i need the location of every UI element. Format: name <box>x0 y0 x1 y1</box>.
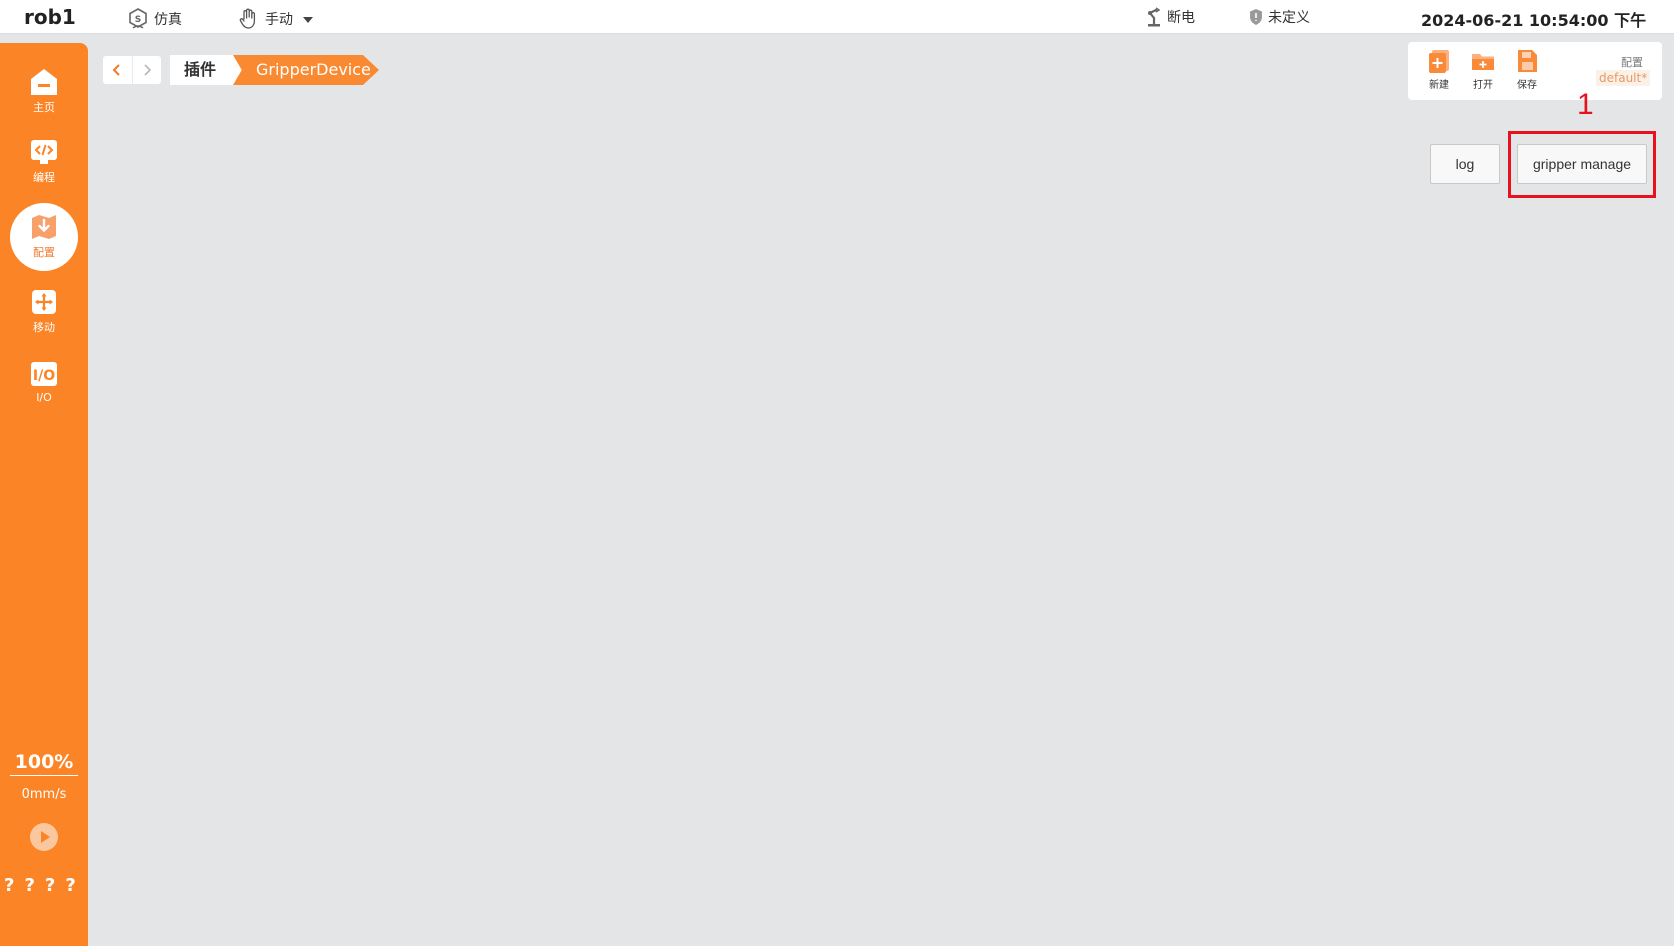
power-status[interactable]: 断电 <box>1145 7 1195 27</box>
top-bar: rob1 S 仿真 手动 断电 未定义 2024-06-21 10:54:00 … <box>0 0 1674 34</box>
chevron-right-icon <box>144 64 151 76</box>
safety-status[interactable]: 未定义 <box>1248 7 1310 27</box>
code-icon <box>31 140 57 164</box>
home-icon <box>31 69 57 95</box>
save-icon <box>1518 50 1537 72</box>
sidebar-item-label: I/O <box>36 391 52 404</box>
sidebar: 主页 编程 配置 移动 I/O I/O 100% 0mm/s ???? <box>0 43 88 946</box>
sidebar-item-label: 编程 <box>33 171 55 184</box>
config-icon <box>32 215 56 239</box>
highlight-box <box>1508 131 1656 198</box>
save-button[interactable]: 保存 <box>1507 48 1547 91</box>
status-marks: ???? <box>4 875 86 896</box>
simulation-mode[interactable]: S 仿真 <box>126 7 182 31</box>
power-label: 断电 <box>1167 10 1195 26</box>
speed-percent[interactable]: 100% <box>0 751 88 773</box>
history-nav <box>103 56 161 84</box>
sidebar-item-home[interactable]: 主页 <box>0 61 88 129</box>
svg-text:S: S <box>135 15 141 25</box>
sidebar-item-label: 主页 <box>33 101 55 114</box>
new-file-icon <box>1429 50 1449 73</box>
speed-divider <box>10 775 78 776</box>
sidebar-item-label: 配置 <box>33 246 55 259</box>
robot-arm-icon <box>1148 7 1161 27</box>
sidebar-item-programming[interactable]: 编程 <box>0 131 88 199</box>
open-label: 打开 <box>1473 80 1493 91</box>
config-value[interactable]: default* <box>1596 70 1651 86</box>
play-icon[interactable] <box>29 822 59 852</box>
manual-mode-dropdown[interactable]: 手动 <box>237 7 319 31</box>
config-label: 配置 <box>1621 56 1643 69</box>
sidebar-item-label: 移动 <box>33 321 55 334</box>
log-button[interactable]: log <box>1430 144 1500 184</box>
breadcrumb-gripper-device[interactable]: GripperDevice <box>233 55 379 85</box>
forward-button[interactable] <box>131 56 162 84</box>
hand-icon <box>239 8 256 29</box>
save-label: 保存 <box>1517 80 1537 91</box>
folder-open-icon <box>1472 54 1494 70</box>
sidebar-item-config[interactable]: 配置 <box>0 203 88 271</box>
caret-down-icon <box>303 17 313 23</box>
open-button[interactable]: 打开 <box>1463 48 1503 91</box>
new-button[interactable]: 新建 <box>1419 48 1459 91</box>
manual-label: 手动 <box>265 12 293 28</box>
breadcrumb-label: GripperDevice <box>256 60 371 79</box>
new-label: 新建 <box>1429 80 1449 91</box>
svg-text:I/O: I/O <box>33 368 55 384</box>
annotation-number: 1 <box>1577 88 1594 121</box>
shield-icon <box>1250 9 1262 25</box>
sidebar-item-io[interactable]: I/O I/O <box>0 353 88 421</box>
simulation-icon: S <box>129 8 147 29</box>
chevron-left-icon <box>112 64 120 76</box>
back-button[interactable] <box>103 56 132 84</box>
sidebar-item-move[interactable]: 移动 <box>0 281 88 349</box>
io-icon: I/O <box>31 362 57 386</box>
datetime: 2024-06-21 10:54:00 下午 <box>1421 11 1647 30</box>
robot-name: rob1 <box>24 5 76 29</box>
safety-label: 未定义 <box>1268 10 1310 26</box>
simulation-label: 仿真 <box>154 12 182 28</box>
move-icon <box>32 290 56 314</box>
speed-value: 0mm/s <box>21 787 67 802</box>
